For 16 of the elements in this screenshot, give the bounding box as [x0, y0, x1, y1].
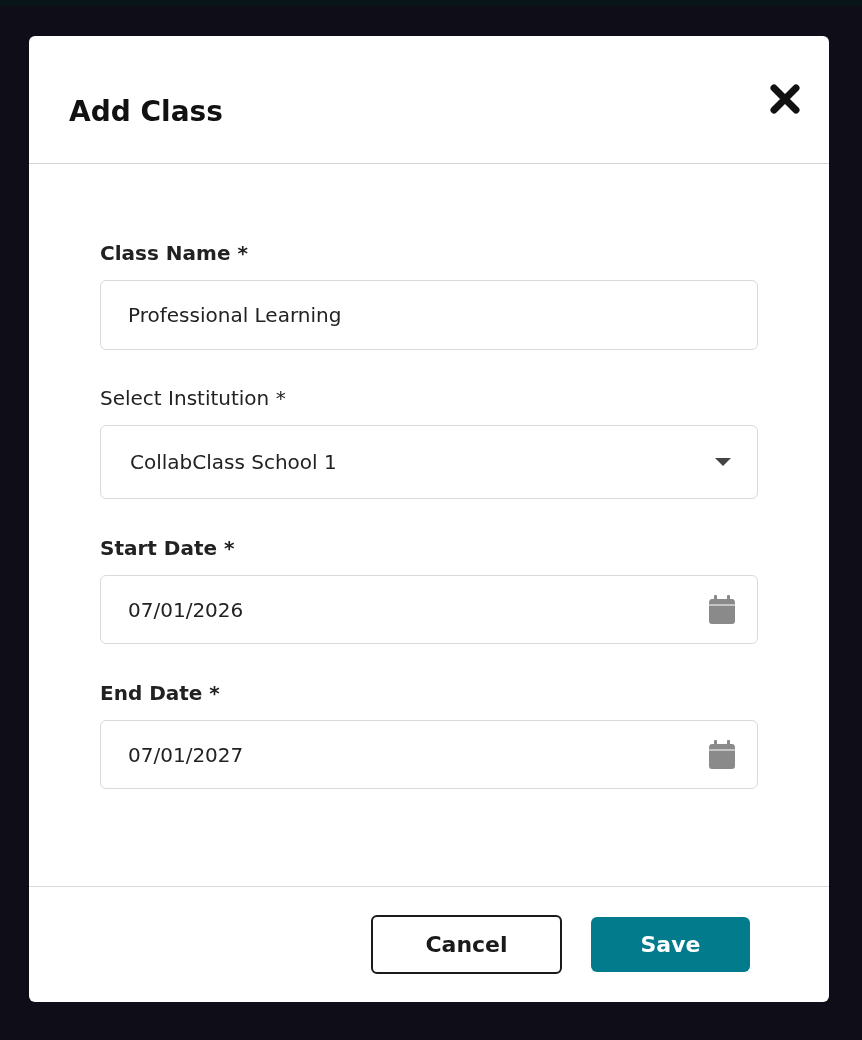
text-field[interactable]: Professional Learning — [100, 280, 758, 350]
field-label: Select Institution * — [100, 385, 286, 412]
dialog-title: Add Class — [69, 93, 223, 130]
calendar-icon[interactable] — [709, 740, 735, 769]
close-button[interactable] — [769, 82, 801, 115]
dropdown[interactable]: CollabClass School 1 — [100, 425, 758, 499]
date-field[interactable]: 07/01/2027 — [100, 720, 758, 789]
field-label: Start Date * — [100, 535, 235, 562]
save-button[interactable]: Save — [591, 917, 750, 972]
cancel-button[interactable]: Cancel — [371, 915, 562, 974]
field-label: End Date * — [100, 680, 220, 707]
field-label: Class Name * — [100, 240, 248, 267]
date-field[interactable]: 07/01/2026 — [100, 575, 758, 644]
caret-down-icon — [715, 458, 731, 466]
calendar-icon[interactable] — [709, 595, 735, 624]
close-icon — [769, 82, 801, 115]
